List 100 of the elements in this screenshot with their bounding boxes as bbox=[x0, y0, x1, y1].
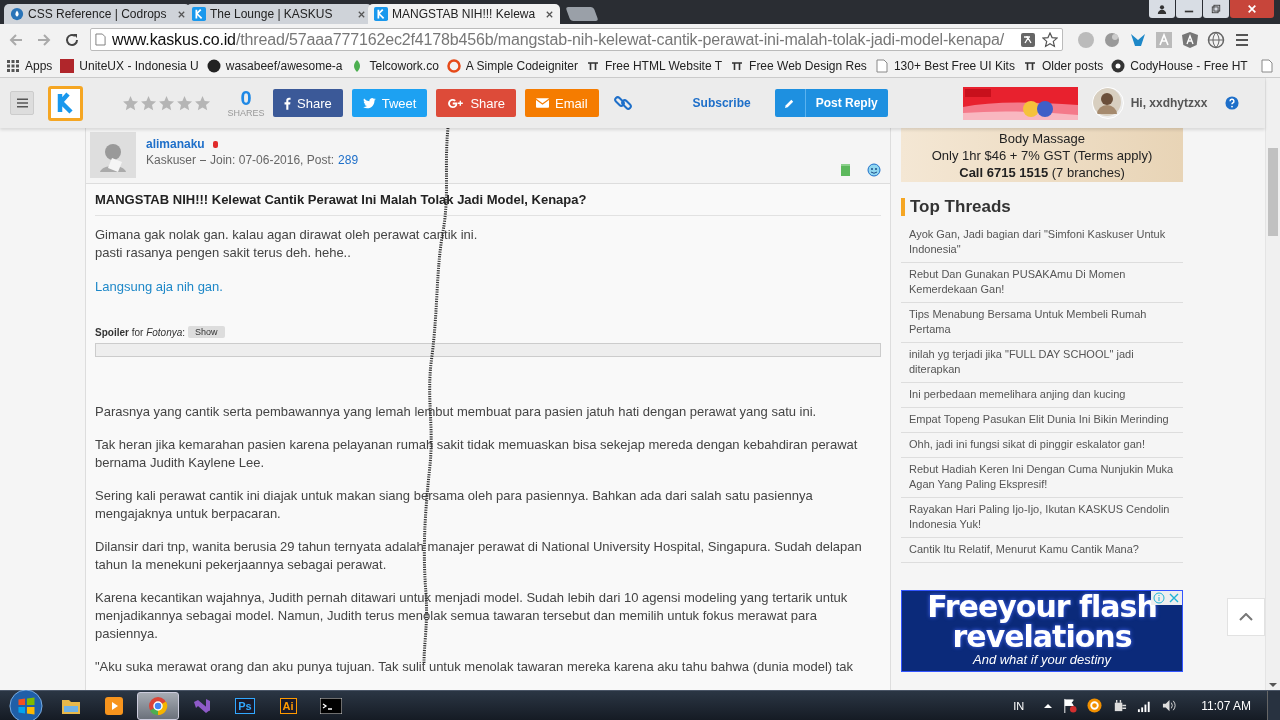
post-count-link[interactable]: 289 bbox=[338, 153, 359, 167]
drop-icon bbox=[10, 7, 24, 21]
bookmark[interactable]: Telcowork.co bbox=[350, 59, 439, 73]
close-icon[interactable] bbox=[545, 9, 555, 19]
avatar[interactable] bbox=[90, 132, 136, 178]
ad-banner[interactable]: Body Massage Only 1hr $46 + 7% GST (Terms apply) Call 6715 1515 (7 branches) bbox=[901, 128, 1183, 182]
kaskus-icon bbox=[192, 7, 206, 21]
maximize-button[interactable] bbox=[1203, 0, 1229, 18]
user-button[interactable] bbox=[1149, 0, 1175, 18]
paragraph: "Aku suka merawat orang dan aku punya tujuan. Tak sulit untuk menolak tawaran mereka karena aku tahu bahwa (dunia model) tak bbox=[95, 658, 855, 676]
square-icon bbox=[60, 59, 75, 73]
person-icon bbox=[1157, 4, 1167, 14]
thread-link[interactable]: Ohh, jadi ini fungsi sikat di pinggir eskalator gan! bbox=[901, 433, 1183, 458]
kaskus-icon bbox=[374, 7, 388, 21]
cup-icon bbox=[839, 163, 853, 177]
thread-link[interactable]: Empat Topeng Pasukan Elit Dunia Ini Bikin Merinding bbox=[901, 408, 1183, 433]
back-to-top-button[interactable] bbox=[1227, 598, 1265, 636]
reload-icon[interactable] bbox=[64, 31, 80, 48]
paragraph: Parasnya yang cantik serta pembawannya yang lemah lembut membuat para pasien jatuh hati dengan perawat yang satu ini. bbox=[95, 403, 818, 421]
show-button[interactable]: Show bbox=[188, 326, 225, 338]
thread-link[interactable]: Ayok Gan, Jadi bagian dari "Simfoni Kaskuser Untuk Indonesia" bbox=[901, 223, 1183, 263]
ad-text: Only 1hr $46 + 7% GST (Terms apply) bbox=[931, 146, 1153, 164]
scrollbar-thumb[interactable] bbox=[1268, 148, 1278, 236]
chevron-up-icon bbox=[1239, 613, 1253, 621]
pencil-icon bbox=[784, 97, 796, 109]
post-text: pasti rasanya pengen sakit terus deh. hehe.. bbox=[95, 244, 352, 262]
star-icon[interactable] bbox=[1042, 31, 1058, 48]
bird-icon bbox=[362, 97, 376, 109]
taskbar-app[interactable]: Ai bbox=[268, 692, 308, 719]
user-greeting[interactable]: Hi, xxdhytzxx bbox=[1130, 96, 1208, 110]
thread-link[interactable]: Rebut Hadiah Keren Ini Dengan Cuma Nunjukin Muka Agan Yang Paling Ekspresif! bbox=[901, 458, 1183, 498]
thread-link[interactable]: Rebut Dan Gunakan PUSAKAmu Di Momen Kemerdekaan Gan! bbox=[901, 263, 1183, 303]
share-button[interactable]: Share bbox=[273, 89, 343, 117]
ad-text: Freeyour flash bbox=[927, 592, 1157, 622]
user-avatar[interactable] bbox=[1091, 87, 1124, 119]
paragraph: Tak heran jika kemarahan pasien karena pelayanan rumah sakit tidak memuaskan bisa sekejap mereda dengan kebahdiran perawat bernama Judith Kaylene Lee. bbox=[95, 436, 859, 472]
menu-button[interactable] bbox=[10, 91, 34, 115]
link-icon[interactable] bbox=[612, 93, 633, 113]
thread-link[interactable]: Tips Menabung Bersama Untuk Membeli Rumah Pertama bbox=[901, 303, 1183, 343]
github-icon bbox=[206, 59, 221, 73]
join-info: Join: 07-06-2016, Post: bbox=[210, 153, 335, 167]
bookmark[interactable]: Free Web Design Res bbox=[730, 59, 867, 73]
language-indicator[interactable]: IN bbox=[1013, 699, 1025, 712]
globe-icon[interactable] bbox=[1207, 30, 1225, 49]
user-rank: Kaskuser bbox=[146, 153, 197, 167]
caret-icon[interactable] bbox=[1044, 703, 1053, 708]
ring-icon[interactable] bbox=[1087, 698, 1103, 713]
bookmark[interactable]: 130+ Best Free UI Kits bbox=[874, 59, 1015, 73]
restore-icon bbox=[1211, 4, 1221, 14]
shield-icon[interactable] bbox=[1181, 30, 1199, 49]
flag-icon[interactable] bbox=[1062, 698, 1078, 713]
post-link[interactable]: Langsung aja nih gan. bbox=[95, 278, 223, 296]
volume-icon[interactable] bbox=[1162, 698, 1178, 713]
share-count: 0 bbox=[240, 88, 252, 108]
thread-link[interactable]: Ini perbedaan memelihara anjing dan kucing bbox=[901, 383, 1183, 408]
close-button[interactable] bbox=[1230, 0, 1274, 18]
scrollbar[interactable] bbox=[1265, 78, 1280, 690]
facebook-icon bbox=[284, 96, 291, 110]
bookmark[interactable]: Older posts bbox=[1022, 59, 1104, 73]
share-button[interactable]: Share bbox=[436, 89, 517, 117]
chrome-icon bbox=[148, 695, 168, 716]
bookmark[interactable]: Apps bbox=[6, 59, 53, 73]
thread-link[interactable]: inilah yg terjadi jika "FULL DAY SCHOOL" jadi diterapkan bbox=[901, 343, 1183, 383]
letters-icon bbox=[730, 59, 745, 73]
power-plug-icon[interactable] bbox=[1112, 698, 1128, 713]
down-arrow-icon[interactable] bbox=[1269, 683, 1277, 687]
thread-link[interactable]: Rayakan Hari Paling Ijo-Ijo, Ikutan KASKUS Cendolin Indonesia Yuk! bbox=[901, 498, 1183, 538]
translate-icon[interactable] bbox=[1020, 31, 1036, 48]
page-icon bbox=[874, 59, 889, 73]
browser-tab[interactable]: MANGSTAB NIH!!! Kelewa bbox=[368, 4, 561, 24]
share-caption: SHARES bbox=[227, 108, 265, 118]
bookmark[interactable]: A Simple Codeigniter bbox=[446, 59, 578, 73]
bookmark[interactable]: Free HTML Website T bbox=[585, 59, 723, 73]
post-text: Gimana gak nolak gan. kalau agan dirawat oleh perawat cantik ini. bbox=[95, 226, 479, 244]
close-icon[interactable] bbox=[176, 9, 186, 19]
username-link[interactable]: alimanaku bbox=[146, 137, 205, 151]
taskbar-app[interactable]: Ps bbox=[225, 692, 265, 719]
section-heading: Top Threads bbox=[910, 197, 1011, 217]
bookmark[interactable]: UniteUX - Indonesia U bbox=[60, 59, 199, 73]
bookmark[interactable]: CodyHouse - Free HT bbox=[1111, 59, 1248, 73]
clock[interactable]: 11:07 AM bbox=[1201, 698, 1251, 713]
minimize-button[interactable] bbox=[1176, 0, 1202, 18]
subscribe-link[interactable]: Subscribe bbox=[692, 96, 751, 110]
letters-icon bbox=[1022, 59, 1037, 73]
google-plus-icon bbox=[447, 97, 465, 109]
taskbar-app[interactable] bbox=[137, 691, 179, 720]
close-icon bbox=[1247, 4, 1257, 14]
envelope-icon bbox=[536, 98, 550, 108]
help-icon[interactable] bbox=[1225, 96, 1240, 110]
letters-icon bbox=[585, 59, 600, 73]
close-icon[interactable] bbox=[357, 9, 366, 19]
ad-text: Call 6715 1515 (7 branches) bbox=[959, 163, 1125, 181]
smiley-icon bbox=[867, 163, 881, 177]
kaskus-logo[interactable] bbox=[48, 85, 83, 121]
extension-icon[interactable] bbox=[1103, 30, 1121, 49]
thread-link[interactable]: Cantik Itu Relatif, Menurut Kamu Cantik Mana? bbox=[901, 538, 1183, 563]
new-tab-button[interactable] bbox=[565, 7, 599, 21]
menu-icon bbox=[16, 98, 28, 108]
bookmark[interactable]: wasabeef/awesome-a bbox=[206, 59, 343, 73]
page-icon bbox=[95, 33, 106, 46]
